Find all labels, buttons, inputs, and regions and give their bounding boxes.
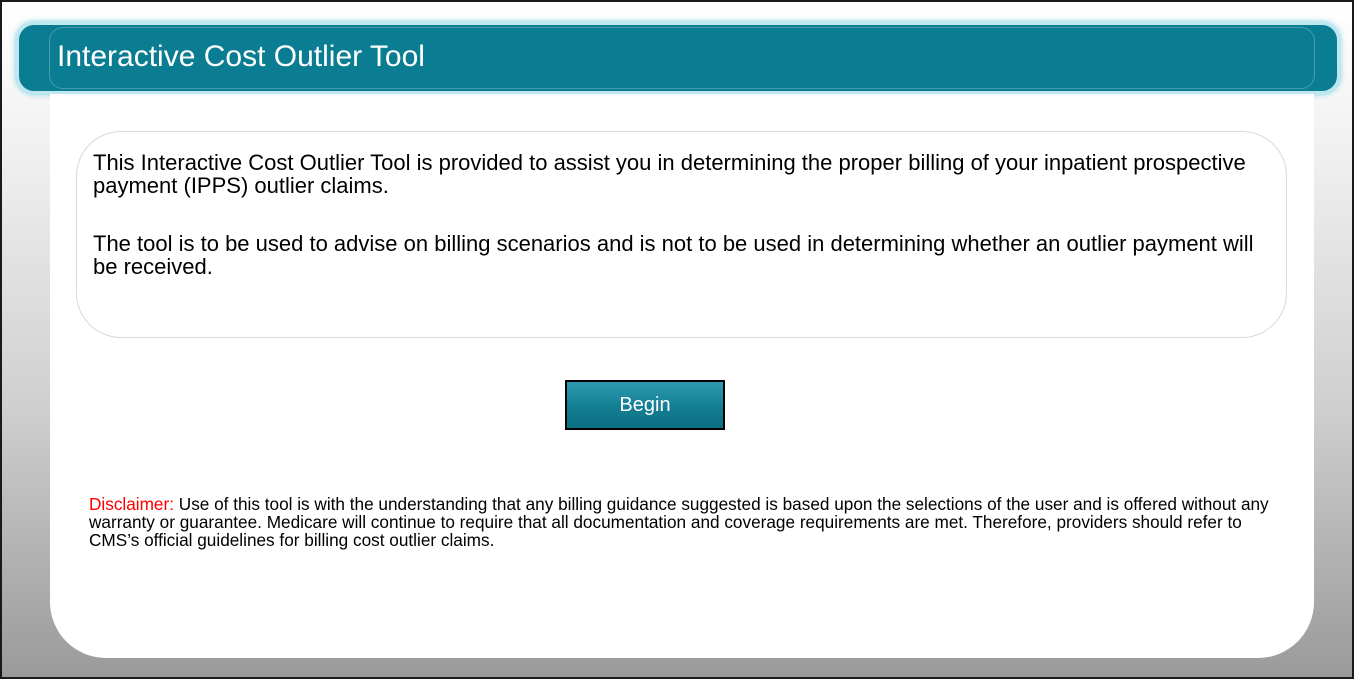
title-bar: Interactive Cost Outlier Tool bbox=[16, 22, 1340, 94]
app-frame: Interactive Cost Outlier Tool This Inter… bbox=[0, 0, 1354, 679]
disclaimer-text: Use of this tool is with the understandi… bbox=[89, 494, 1269, 550]
page-title: Interactive Cost Outlier Tool bbox=[57, 40, 425, 73]
disclaimer-label: Disclaimer: bbox=[89, 494, 174, 514]
intro-paragraph-purpose: This Interactive Cost Outlier Tool is pr… bbox=[93, 150, 1246, 198]
intro-paragraph-usage: The tool is to be used to advise on bill… bbox=[93, 231, 1254, 279]
disclaimer: Disclaimer: Use of this tool is with the… bbox=[89, 495, 1289, 549]
intro-panel: This Interactive Cost Outlier Tool is pr… bbox=[76, 131, 1287, 338]
begin-button[interactable]: Begin bbox=[565, 380, 725, 430]
